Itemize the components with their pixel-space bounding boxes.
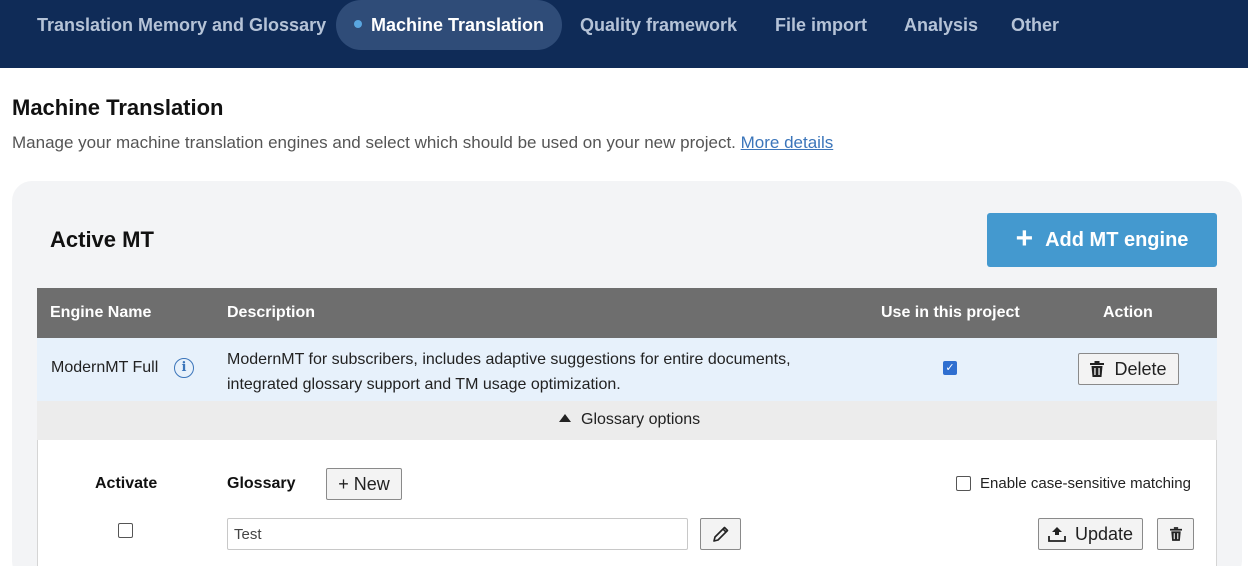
glossary-options-toggle[interactable]: Glossary options: [37, 401, 1217, 440]
table-row: ModernMT Full i ModernMT for subscribers…: [37, 338, 1217, 401]
activate-glossary-checkbox[interactable]: [118, 523, 133, 538]
column-description: Description: [227, 304, 316, 321]
tab-other[interactable]: Other: [1011, 0, 1059, 50]
update-glossary-button[interactable]: Update: [1038, 518, 1143, 550]
tab-analysis[interactable]: Analysis: [904, 0, 978, 50]
plus-icon: +: [1015, 222, 1034, 255]
update-label: Update: [1074, 523, 1134, 544]
caret-up-icon: [559, 414, 571, 422]
trash-icon: [1169, 527, 1182, 541]
page-description: Manage your machine translation engines …: [12, 133, 833, 153]
use-in-project-checkbox[interactable]: ✓: [943, 361, 957, 375]
info-icon[interactable]: i: [174, 358, 194, 378]
glossary-name-input[interactable]: [227, 518, 688, 550]
page-description-text: Manage your machine translation engines …: [12, 133, 736, 152]
engine-description: ModernMT for subscribers, includes adapt…: [227, 351, 791, 393]
edit-glossary-button[interactable]: [700, 518, 741, 550]
active-mt-title: Active MT: [50, 227, 154, 252]
tab-machine-translation-label: Machine Translation: [371, 15, 545, 35]
add-mt-engine-label: Add MT engine: [1045, 228, 1189, 251]
add-mt-engine-button[interactable]: + Add MT engine: [987, 213, 1217, 267]
column-engine-name: Engine Name: [50, 304, 152, 321]
glossary-label: Glossary: [227, 475, 296, 492]
delete-label: Delete: [1114, 358, 1167, 379]
page-title: Machine Translation: [12, 95, 224, 120]
activate-label: Activate: [95, 475, 158, 492]
column-use-in-project: Use in this project: [881, 304, 1020, 321]
new-glossary-button[interactable]: + New: [326, 468, 402, 500]
pencil-icon: [712, 526, 728, 542]
tab-quality-framework[interactable]: Quality framework: [580, 0, 737, 50]
active-tab-dot-icon: [354, 20, 362, 29]
glossary-options-label: Glossary options: [581, 411, 701, 428]
case-sensitive-label: Enable case-sensitive matching: [980, 475, 1191, 492]
tab-machine-translation[interactable]: Machine Translation: [336, 0, 563, 50]
top-nav-bar: Translation Memory and Glossary Machine …: [0, 0, 1248, 68]
engines-table-header: Engine Name Description Use in this proj…: [37, 288, 1217, 338]
engine-name: ModernMT Full: [51, 359, 159, 376]
case-sensitive-checkbox[interactable]: [956, 476, 971, 491]
upload-icon: [1048, 527, 1066, 542]
delete-glossary-button[interactable]: [1157, 518, 1194, 550]
column-action: Action: [1103, 304, 1153, 321]
delete-engine-button[interactable]: Delete: [1078, 353, 1179, 385]
trash-icon: [1090, 361, 1105, 377]
more-details-link[interactable]: More details: [741, 133, 834, 152]
tab-file-import[interactable]: File import: [775, 0, 867, 50]
tab-translation-memory-and-glossary[interactable]: Translation Memory and Glossary: [37, 0, 326, 50]
